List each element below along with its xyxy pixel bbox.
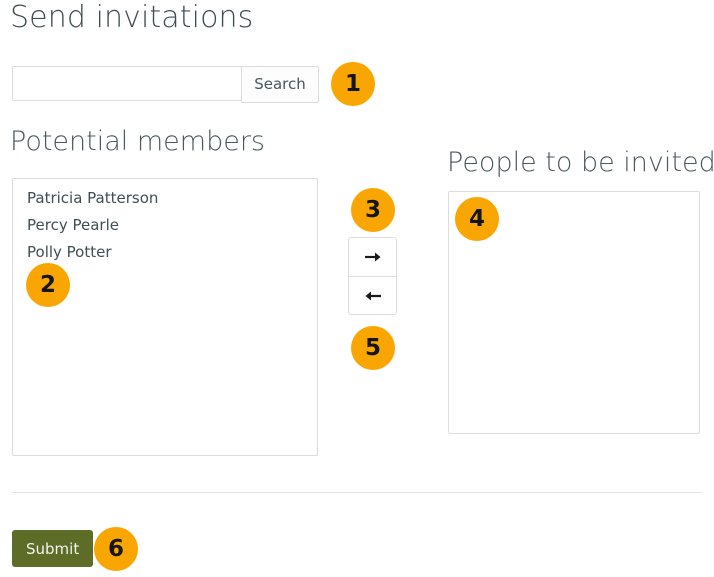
search-input[interactable] [12,66,241,101]
submit-button[interactable]: Submit [12,530,94,567]
search-row: Search [12,66,319,103]
list-item[interactable]: Patricia Patterson [13,185,317,212]
people-to-be-invited-heading: People to be invited [447,147,714,178]
annotation-badge-5: 5 [351,326,395,370]
annotation-badge-2: 2 [26,263,70,307]
arrow-right-icon [363,249,383,264]
annotation-badge-1: 1 [331,62,375,106]
list-item[interactable]: Polly Potter [13,239,317,266]
remove-from-invited-button[interactable] [349,276,396,314]
annotation-badge-3: 3 [351,188,395,232]
add-to-invited-button[interactable] [349,238,396,276]
potential-members-listbox[interactable]: Patricia Patterson Percy Pearle Polly Po… [12,178,318,456]
list-item[interactable]: Percy Pearle [13,212,317,239]
page-title: Send invitations [10,0,254,35]
form-divider [12,492,702,493]
arrow-left-icon [363,288,383,303]
search-button[interactable]: Search [241,66,319,103]
annotation-badge-4: 4 [455,197,499,241]
potential-members-heading: Potential members [10,126,265,157]
transfer-controls [348,237,397,315]
annotation-badge-6: 6 [94,527,138,571]
